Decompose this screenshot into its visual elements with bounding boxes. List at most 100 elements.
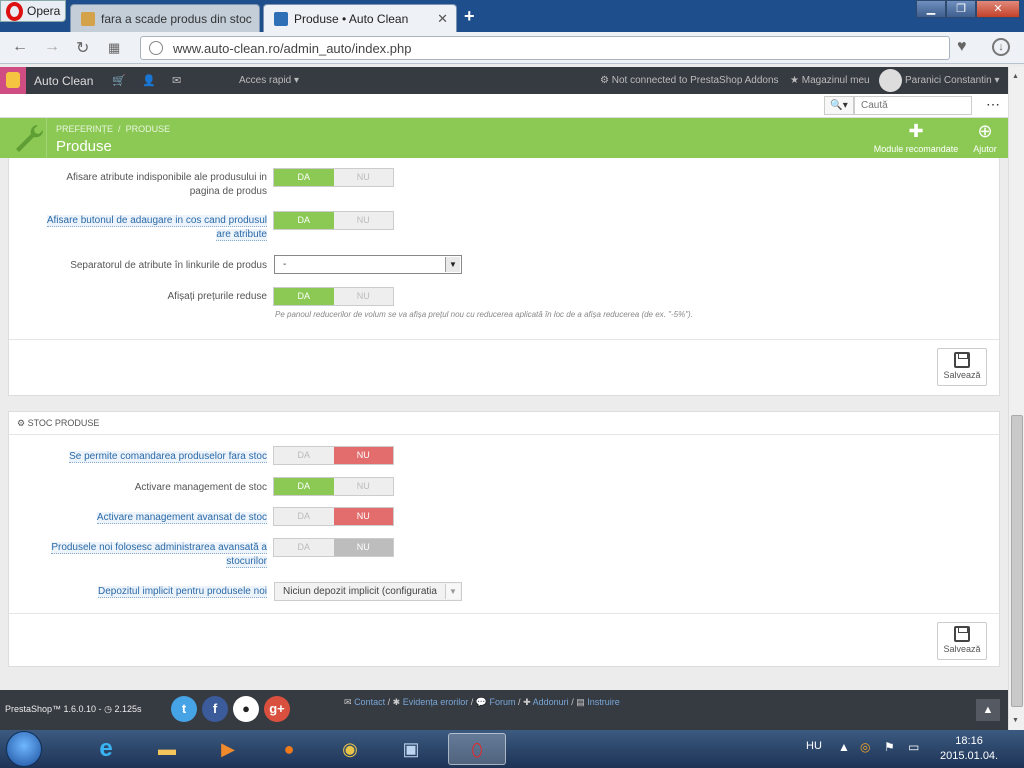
globe-icon [149,41,163,55]
firefox-icon[interactable]: ● [263,733,315,765]
stock-management-switch[interactable]: DA NU [273,477,394,496]
addons-status[interactable]: ⚙ Not connected to PrestaShop Addons [600,75,779,86]
envelope-icon[interactable]: ✉ [172,74,181,87]
tray-expand-icon[interactable]: ▲ [838,740,850,754]
reload-icon[interactable]: ↻ [76,38,89,58]
search-type-dropdown[interactable]: 🔍▾ [824,96,854,115]
opera-menu-button[interactable]: Opera [0,0,66,22]
flag-icon[interactable]: ⚑ [884,740,895,754]
switch-no[interactable]: NU [333,212,393,229]
media-player-icon[interactable]: ▶ [202,733,254,765]
field-label: Depozitul implicit pentru produsele noi [98,586,267,598]
switch-yes[interactable]: DA [274,508,334,525]
switch-no[interactable]: NU [333,508,393,525]
scroll-up-icon[interactable]: ▲ [1012,73,1019,80]
facebook-icon[interactable]: f [202,696,228,722]
opera-taskbar-icon[interactable]: ⬯ [448,733,506,765]
browser-tab-inactive[interactable]: fara a scade produs din stoc [70,4,260,32]
browser-tab-active[interactable]: Produse • Auto Clean ✕ [263,4,457,32]
cart-icon[interactable]: 🛒 [112,74,126,87]
scroll-to-top-button[interactable]: ▲ [976,699,1000,721]
chevron-down-icon: ▼ [445,257,460,272]
language-indicator[interactable]: HU [806,740,822,752]
show-reduced-prices-switch[interactable]: DA NU [273,287,394,306]
switch-yes[interactable]: DA [274,169,334,186]
field-label: Activare management de stoc [134,482,267,493]
twitter-icon[interactable]: t [171,696,197,722]
scrollbar-thumb[interactable] [1011,415,1023,707]
system-clock[interactable]: 18:16 2015.01.04. [940,734,998,764]
switch-no[interactable]: NU [333,169,393,186]
default-warehouse-select[interactable]: Niciun depozit implicit (configuratia ▼ [274,582,462,601]
switch-no[interactable]: NU [333,478,393,495]
my-shop-link[interactable]: ★ Magazinul meu [790,75,870,86]
lifebuoy-icon: ⊕ [977,121,993,141]
opera-menu-label: Opera [27,4,61,18]
chrome-icon[interactable]: ◉ [324,733,376,765]
close-icon[interactable]: ✕ [437,11,448,27]
tray-app-icon[interactable]: ◎ [860,740,870,754]
shop-name[interactable]: Auto Clean [34,74,93,88]
panel-footer-divider [9,613,999,614]
google-plus-icon[interactable]: g+ [264,696,290,722]
speed-dial-grid-icon[interactable]: ▦ [108,40,120,56]
network-icon[interactable]: ▭ [908,740,919,754]
attribute-separator-select[interactable]: - ▼ [274,255,462,274]
heart-bookmark-icon[interactable]: ♥ [957,38,967,56]
maximize-button[interactable]: ❐ [946,0,976,18]
quick-access-menu[interactable]: Acces rapid ▾ [239,75,299,86]
prestashop-logo-icon[interactable] [0,67,26,94]
more-dots-icon[interactable]: ⋯ [986,96,1000,113]
browser-tab-bar: Opera fara a scade produs din stoc Produ… [0,0,1024,32]
avatar[interactable] [879,69,902,92]
save-button[interactable]: Salvează [937,348,987,386]
internet-explorer-icon[interactable]: e [80,733,132,765]
save-button[interactable]: Salvează [937,622,987,660]
start-button[interactable] [6,731,42,767]
floppy-app-icon[interactable]: ▣ [385,733,437,765]
user-menu[interactable]: Paranici Constantin ▾ [905,75,1000,86]
back-arrow-icon[interactable]: ← [12,38,28,56]
add-to-cart-attributes-switch[interactable]: DA NU [273,211,394,230]
wrench-icon [16,124,44,152]
footer-link-addons[interactable]: Addonuri [533,697,569,707]
download-icon[interactable]: ↓ [992,38,1010,56]
page-scrollbar[interactable]: ▲ ▼ [1008,67,1024,730]
main-content: Afisare atribute indisponibile ale produ… [0,158,1008,690]
switch-no[interactable]: NU [333,539,393,556]
switch-yes[interactable]: DA [274,539,334,556]
github-icon[interactable]: ● [233,696,259,722]
url-input[interactable]: www.auto-clean.ro/admin_auto/index.php [140,36,950,60]
unavailable-attributes-switch[interactable]: DA NU [273,168,394,187]
new-products-advanced-stock-switch[interactable]: DA NU [273,538,394,557]
search-input[interactable] [854,96,972,115]
panel-heading-divider [9,434,999,435]
switch-yes[interactable]: DA [274,447,334,464]
window-close-button[interactable]: ✕ [976,0,1020,18]
switch-yes[interactable]: DA [274,478,334,495]
scroll-down-icon[interactable]: ▼ [1012,717,1019,724]
footer-link-forum[interactable]: Forum [490,697,516,707]
switch-no[interactable]: NU [333,288,393,305]
field-label: Separatorul de atribute în linkurile de … [70,260,267,271]
field-label: Afisare butonul de adaugare in cos cand … [46,215,267,241]
breadcrumb-preferences[interactable]: PREFERINȚE [56,124,113,134]
switch-yes[interactable]: DA [274,212,334,229]
minimize-button[interactable]: ▁ [916,0,946,18]
windows-taskbar: e ▬ ▶ ● ◉ ▣ ⬯ HU ▲ ◎ ⚑ ▭ 18:16 2015.01.0… [0,730,1024,768]
switch-no[interactable]: NU [333,447,393,464]
footer-link-training[interactable]: Instruire [587,697,620,707]
recommended-modules-button[interactable]: ✚ Module recomandate [866,120,966,154]
forward-arrow-icon[interactable]: → [44,38,60,56]
footer-link-contact[interactable]: Contact [354,697,385,707]
field-label: Se permite comandarea produselor fara st… [69,451,267,463]
help-button[interactable]: ⊕ Ajutor [966,120,1004,154]
allow-backorder-switch[interactable]: DA NU [273,446,394,465]
gears-icon: ⚙ [17,418,26,428]
switch-yes[interactable]: DA [274,288,334,305]
footer-link-bugtracker[interactable]: Evidența erorilor [403,697,469,707]
user-icon[interactable]: 👤 [142,74,156,87]
new-tab-plus-icon[interactable]: + [464,6,475,27]
file-explorer-icon[interactable]: ▬ [141,733,193,765]
advanced-stock-management-switch[interactable]: DA NU [273,507,394,526]
